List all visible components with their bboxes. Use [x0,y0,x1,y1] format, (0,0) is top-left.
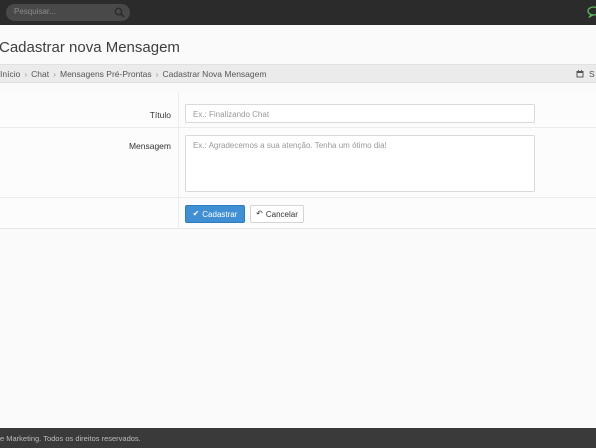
page-title: Cadastrar nova Mensagem [0,39,180,56]
calendar-icon [576,70,584,78]
date-label: S [589,69,595,79]
breadcrumb-home[interactable]: Início [0,69,20,79]
search-icon[interactable] [114,7,125,18]
check-icon: ✔ [192,209,200,218]
undo-icon: ↶ [256,209,263,218]
breadcrumb-messages[interactable]: Mensagens Pré-Prontas [60,69,152,79]
footer: e Marketing. Todos os direitos reservado… [0,428,596,448]
breadcrumb-current: Cadastrar Nova Mensagem [162,69,267,79]
breadcrumb-separator: › [155,69,159,79]
breadcrumb-bar: Início › Chat › Mensagens Pré-Prontas › Cadast… [0,64,596,83]
breadcrumb-chat[interactable]: Chat [31,69,49,79]
submit-button[interactable]: ✔ Cadastrar [185,205,245,223]
row-divider [0,127,596,128]
title-input[interactable]: Ex.: Finalizando Chat [185,104,535,123]
search-box[interactable]: Pesquisar... [6,4,130,21]
column-divider [178,92,179,229]
top-navbar: Pesquisar... [0,0,596,25]
row-divider [0,197,596,198]
breadcrumb: Início › Chat › Mensagens Pré-Prontas › Cadast… [0,69,266,79]
submit-button-label: Cadastrar [202,209,238,219]
message-label: Mensagem [128,141,171,151]
message-textarea-placeholder: Ex.: Agradecemos a sua atenção. Tenha um… [193,141,387,150]
footer-copyright: e Marketing. Todos os direitos reservado… [0,434,141,443]
title-input-placeholder: Ex.: Finalizando Chat [193,110,270,119]
breadcrumb-separator: › [53,69,56,79]
message-textarea[interactable]: Ex.: Agradecemos a sua atenção. Tenha um… [185,135,535,192]
chat-icon[interactable] [587,6,596,18]
cancel-button[interactable]: ↶ Cancelar [250,205,304,223]
search-input[interactable]: Pesquisar... [14,7,56,16]
title-label: Título [149,110,171,120]
cancel-button-label: Cancelar [265,209,298,219]
breadcrumb-separator: › [24,69,28,79]
